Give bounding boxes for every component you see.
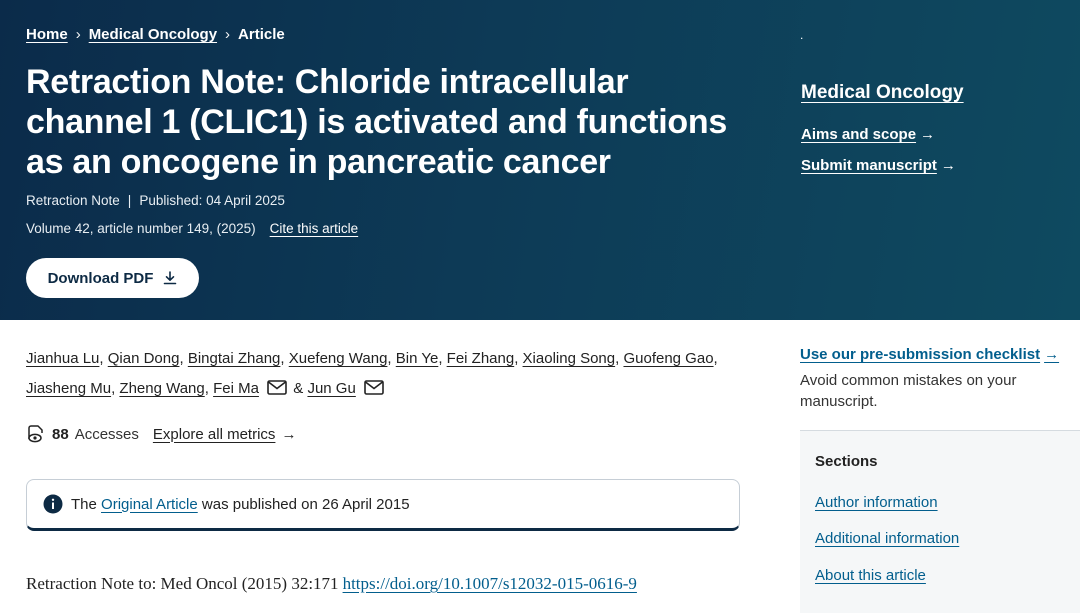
breadcrumb-home[interactable]: Home bbox=[26, 26, 68, 43]
author-separator: , bbox=[179, 350, 184, 367]
download-pdf-label: Download PDF bbox=[47, 269, 154, 287]
author-separator: , bbox=[280, 350, 285, 367]
author-separator: , bbox=[438, 350, 443, 367]
section-link-additional-information[interactable]: Additional information bbox=[815, 530, 959, 547]
author-link[interactable]: Jun Gu bbox=[307, 380, 355, 397]
doi-link[interactable]: https://doi.org/10.1007/s12032-015-0616-… bbox=[343, 574, 637, 593]
breadcrumb: Home › Medical Oncology › Article bbox=[26, 26, 285, 43]
author-link[interactable]: Zheng Wang bbox=[119, 380, 204, 397]
article-header: Home › Medical Oncology › Article . Retr… bbox=[0, 0, 1080, 320]
accesses-count: 88 bbox=[52, 425, 69, 443]
retraction-text: Retraction Note to: Med Oncol (2015) 32:… bbox=[26, 574, 339, 593]
pre-submission-checklist-link[interactable]: Use our pre-submission checklist → bbox=[800, 346, 1059, 363]
author-separator: , bbox=[204, 380, 209, 397]
header-dot: . bbox=[800, 28, 804, 42]
section-link-about-this-article[interactable]: About this article bbox=[815, 567, 926, 584]
retraction-note: Retraction Note to: Med Oncol (2015) 32:… bbox=[26, 574, 637, 594]
notice-prefix: The bbox=[71, 495, 97, 513]
original-article-notice: The Original Article was published on 26… bbox=[26, 479, 740, 531]
author-separator: , bbox=[615, 350, 620, 367]
checklist-label: Use our pre-submission checklist bbox=[800, 346, 1041, 363]
article-type: Retraction Note bbox=[26, 193, 120, 208]
author-separator: , bbox=[713, 350, 718, 367]
checklist-description: Avoid common mistakes on your manuscript… bbox=[800, 372, 1017, 410]
download-icon bbox=[164, 271, 177, 285]
author-link[interactable]: Jiasheng Mu bbox=[26, 380, 111, 397]
notice-suffix: was published on 26 April 2015 bbox=[201, 495, 410, 513]
author-link[interactable]: Qian Dong bbox=[108, 350, 180, 367]
author-separator: , bbox=[99, 350, 104, 367]
breadcrumb-separator: › bbox=[225, 26, 231, 43]
author-separator: , bbox=[514, 350, 519, 367]
arrow-right-icon: → bbox=[1044, 346, 1060, 363]
article-metrics: 88 Accesses Explore all metrics → bbox=[26, 424, 296, 444]
explore-metrics-link[interactable]: Explore all metrics bbox=[153, 426, 276, 443]
checklist-panel: Use our pre-submission checklist → Avoid … bbox=[800, 346, 1070, 412]
aims-scope-label: Aims and scope bbox=[801, 126, 917, 143]
author-link[interactable]: Jianhua Lu bbox=[26, 350, 99, 367]
journal-sidebar: Medical Oncology Aims and scope → Submit … bbox=[801, 82, 964, 174]
section-link-author-information[interactable]: Author information bbox=[815, 494, 938, 511]
submit-manuscript-link[interactable]: Submit manuscript → bbox=[801, 157, 964, 174]
published-date: Published: 04 April 2025 bbox=[139, 193, 285, 208]
author-separator: , bbox=[111, 380, 116, 397]
author-ampersand: & bbox=[293, 380, 304, 397]
original-article-link[interactable]: Original Article bbox=[101, 496, 198, 513]
download-pdf-button[interactable]: Download PDF bbox=[26, 258, 199, 298]
sections-title: Sections bbox=[815, 453, 878, 470]
author-list: Jianhua Lu, Qian Dong, Bingtai Zhang, Xu… bbox=[26, 344, 746, 404]
submit-manuscript-label: Submit manuscript bbox=[801, 157, 937, 174]
author-link[interactable]: Bin Ye bbox=[396, 350, 439, 367]
breadcrumb-current: Article bbox=[238, 26, 285, 43]
volume-info: Volume 42, article number 149, (2025) bbox=[26, 221, 256, 236]
author-link[interactable]: Xiaoling Song bbox=[523, 350, 616, 367]
page-title: Retraction Note: Chloride intracellular … bbox=[26, 63, 727, 181]
aims-scope-link[interactable]: Aims and scope → bbox=[801, 126, 964, 143]
email-icon[interactable] bbox=[267, 380, 287, 395]
arrow-right-icon: → bbox=[281, 425, 297, 443]
breadcrumb-journal[interactable]: Medical Oncology bbox=[89, 26, 217, 43]
breadcrumb-separator: › bbox=[75, 26, 81, 43]
accesses-icon bbox=[28, 425, 43, 443]
journal-name-link[interactable]: Medical Oncology bbox=[801, 82, 964, 104]
sections-nav: Sections Author information Additional i… bbox=[800, 431, 1080, 613]
article-meta: Retraction Note | Published: 04 April 2025 bbox=[26, 193, 285, 208]
author-separator: , bbox=[387, 350, 392, 367]
author-link[interactable]: Bingtai Zhang bbox=[188, 350, 281, 367]
author-link[interactable]: Fei Zhang bbox=[447, 350, 515, 367]
arrow-right-icon: → bbox=[940, 157, 956, 174]
meta-divider: | bbox=[127, 193, 132, 208]
author-link[interactable]: Xuefeng Wang bbox=[289, 350, 388, 367]
author-link[interactable]: Fei Ma bbox=[213, 380, 259, 397]
arrow-right-icon: → bbox=[920, 126, 936, 143]
author-link[interactable]: Guofeng Gao bbox=[623, 350, 713, 367]
email-icon[interactable] bbox=[364, 380, 384, 395]
info-icon bbox=[43, 494, 63, 514]
cite-article-link[interactable]: Cite this article bbox=[270, 221, 359, 236]
accesses-label: Accesses bbox=[74, 425, 139, 443]
article-citation-meta: Volume 42, article number 149, (2025) Cit… bbox=[26, 221, 358, 236]
